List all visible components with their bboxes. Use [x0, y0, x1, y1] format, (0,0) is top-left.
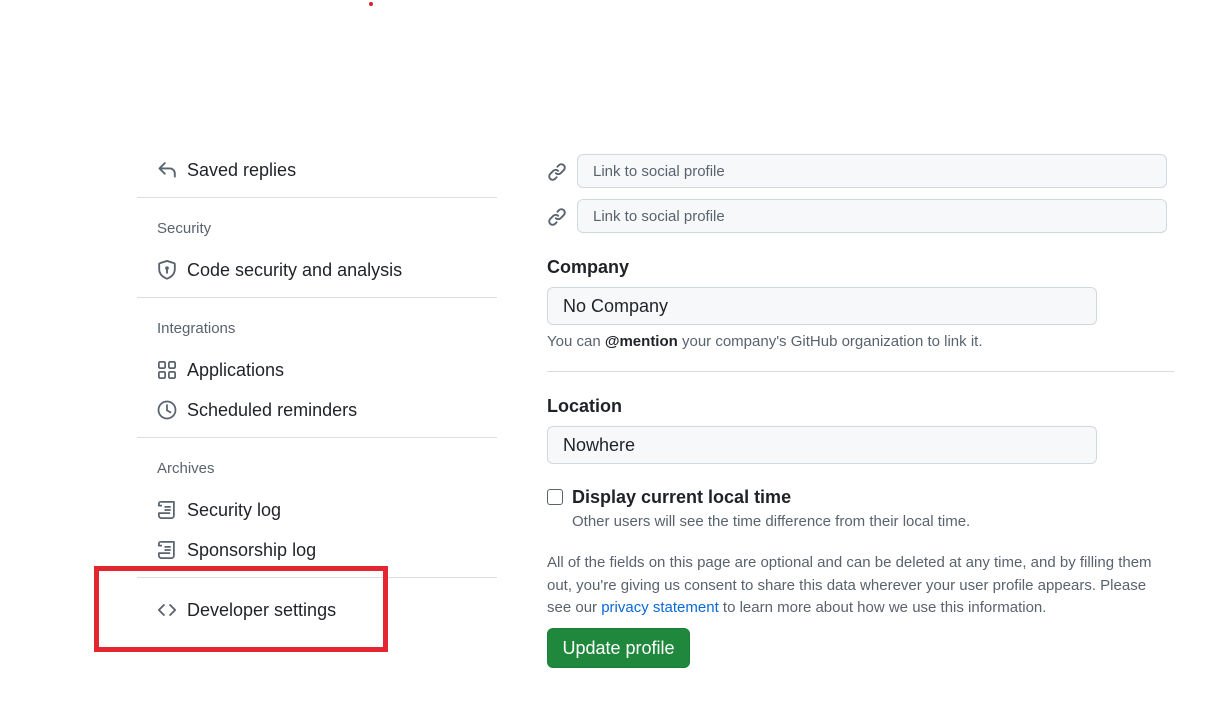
social-link-input-2[interactable] — [577, 199, 1167, 233]
sidebar-item-label: Applications — [187, 359, 285, 380]
update-profile-button[interactable]: Update profile — [547, 628, 690, 668]
sidebar-item-security-log[interactable]: Security log — [157, 498, 281, 522]
clock-icon — [157, 400, 177, 420]
reply-icon — [157, 160, 177, 180]
red-dot-marker — [369, 2, 373, 6]
sidebar-heading-archives: Archives — [157, 460, 215, 477]
local-time-checkbox[interactable] — [547, 489, 563, 505]
apps-grid-icon — [157, 360, 177, 380]
company-input[interactable] — [547, 287, 1097, 325]
link-icon — [547, 207, 567, 227]
sidebar-item-sponsorship-log[interactable]: Sponsorship log — [157, 538, 316, 562]
log-icon — [157, 500, 177, 520]
sidebar-divider — [137, 297, 497, 298]
sidebar-item-label: Sponsorship log — [187, 539, 317, 560]
company-label: Company — [547, 257, 630, 277]
disclaimer-text-after: to learn more about how we use this info… — [718, 599, 1047, 616]
location-label: Location — [547, 396, 622, 416]
sidebar-item-label: Saved replies — [187, 159, 297, 180]
profile-disclaimer: All of the fields on this page are optio… — [547, 552, 1172, 620]
privacy-statement-link[interactable]: privacy statement — [601, 599, 719, 616]
sidebar-item-code-security[interactable]: Code security and analysis — [157, 258, 402, 282]
company-note: You can @mention your company's GitHub o… — [547, 333, 983, 350]
sidebar-item-label: Scheduled reminders — [187, 399, 358, 420]
highlight-annotation-box — [94, 566, 388, 652]
sidebar-item-label: Code security and analysis — [187, 259, 403, 280]
sidebar-item-saved-replies[interactable]: Saved replies — [157, 158, 296, 182]
form-divider — [547, 371, 1174, 372]
sidebar-item-scheduled-reminders[interactable]: Scheduled reminders — [157, 398, 357, 422]
log-icon — [157, 540, 177, 560]
location-input[interactable] — [547, 426, 1097, 464]
company-note-prefix: You can — [547, 333, 605, 350]
link-icon — [547, 162, 567, 182]
social-link-row — [547, 199, 1167, 233]
sidebar-item-applications[interactable]: Applications — [157, 358, 284, 382]
sidebar-heading-integrations: Integrations — [157, 320, 236, 337]
sidebar-heading-security: Security — [157, 220, 212, 237]
sidebar-item-label: Security log — [187, 499, 282, 520]
shield-icon — [157, 260, 177, 280]
sidebar-divider — [137, 437, 497, 438]
sidebar-divider — [137, 197, 497, 198]
local-time-label[interactable]: Display current local time — [572, 487, 791, 508]
social-link-input-1[interactable] — [577, 154, 1167, 188]
social-link-row — [547, 154, 1167, 188]
mention-text: @mention — [604, 333, 678, 350]
local-time-note: Other users will see the time difference… — [572, 513, 971, 530]
company-note-suffix: your company's GitHub organization to li… — [677, 333, 983, 350]
